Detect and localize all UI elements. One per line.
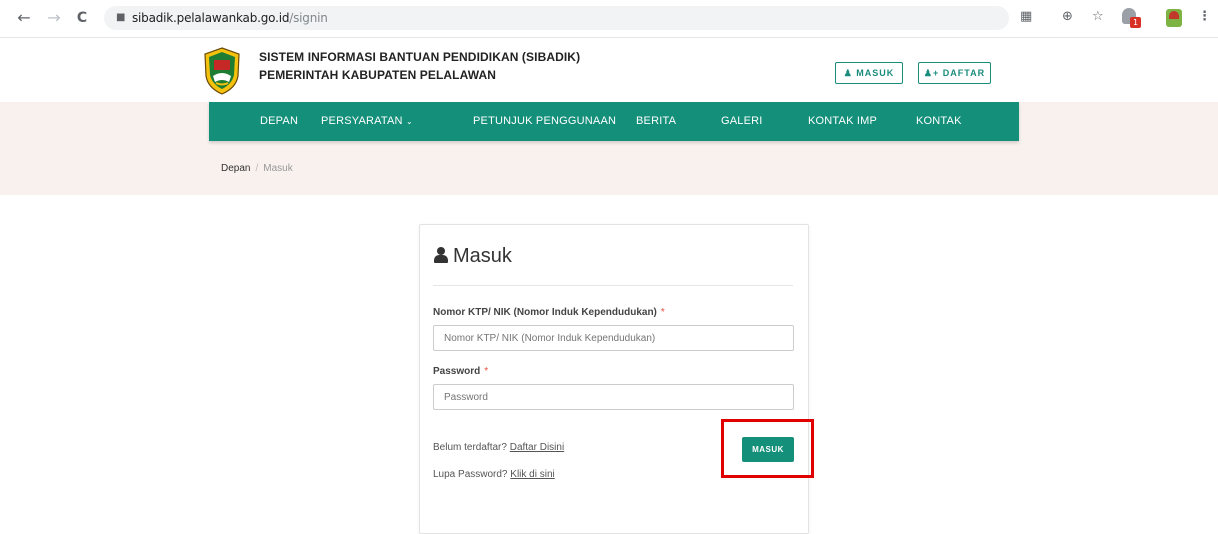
breadcrumb-home[interactable]: Depan	[221, 163, 250, 174]
forgot-password-link[interactable]: Klik di sini	[510, 469, 554, 480]
main-nav: DEPAN PERSYARATAN ⌄ PETUNJUK PENGGUNAAN …	[209, 102, 1019, 141]
url-path: /signin	[289, 11, 328, 25]
header-register-button[interactable]: ♟+ DAFTAR	[918, 62, 991, 84]
site-title-line2: PEMERINTAH KABUPATEN PELALAWAN	[259, 68, 496, 82]
profile-extension-icon[interactable]	[1166, 9, 1182, 27]
login-card	[419, 224, 809, 534]
nav-item-kontak-imp[interactable]: KONTAK IMP	[808, 102, 877, 141]
back-arrow-icon[interactable]: ←	[14, 8, 34, 28]
highlight-box	[721, 419, 814, 478]
nav-item-persyaratan[interactable]: PERSYARATAN ⌄	[321, 102, 413, 141]
nav-item-petunjuk[interactable]: PETUNJUK PENGGUNAAN	[473, 102, 616, 141]
password-input[interactable]	[433, 384, 794, 410]
nik-label-text: Nomor KTP/ NIK (Nomor Induk Kependudukan…	[433, 307, 657, 318]
zoom-icon[interactable]: ⊕	[1062, 9, 1073, 24]
extension-badge-count: 1	[1130, 17, 1141, 28]
forgot-prompt: Lupa Password? Klik di sini	[433, 469, 555, 480]
login-title: Masuk	[433, 245, 512, 268]
nav-item-depan[interactable]: DEPAN	[260, 102, 298, 141]
user-plus-icon: ♟+	[923, 68, 943, 78]
nik-label: Nomor KTP/ NIK (Nomor Induk Kependudukan…	[433, 307, 665, 318]
site-title: SISTEM INFORMASI BANTUAN PENDIDIKAN (SIB…	[259, 48, 580, 84]
menu-icon[interactable]: ⋮	[1198, 9, 1211, 24]
site-title-line1: SISTEM INFORMASI BANTUAN PENDIDIKAN (SIB…	[259, 50, 581, 64]
star-icon[interactable]: ☆	[1092, 9, 1104, 24]
breadcrumb-current: Masuk	[263, 163, 293, 174]
forward-arrow-icon[interactable]: →	[44, 8, 64, 28]
header-login-button[interactable]: ♟ MASUK	[835, 62, 903, 84]
extension-icon[interactable]: 1	[1122, 8, 1142, 28]
divider	[433, 285, 793, 286]
breadcrumb-separator: /	[255, 163, 259, 174]
login-title-text: Masuk	[453, 245, 512, 267]
required-mark: *	[484, 366, 489, 377]
translate-icon[interactable]: ▦	[1020, 9, 1032, 24]
nav-item-persyaratan-label: PERSYARATAN	[321, 115, 403, 127]
pelalawan-logo[interactable]	[203, 46, 241, 96]
register-link[interactable]: Daftar Disini	[510, 442, 564, 453]
header-login-label: MASUK	[856, 68, 895, 78]
chevron-down-icon: ⌄	[405, 117, 413, 126]
site-header	[0, 38, 1218, 102]
url-text[interactable]: sibadik.pelalawankab.go.id/signin	[132, 11, 328, 25]
breadcrumb: Depan / Masuk	[221, 163, 293, 174]
forgot-prompt-text: Lupa Password?	[433, 469, 508, 480]
header-register-label: DAFTAR	[942, 68, 986, 78]
password-label: Password *	[433, 366, 488, 377]
user-icon	[433, 247, 449, 263]
reload-icon[interactable]: C	[72, 8, 92, 28]
nav-item-kontak[interactable]: KONTAK	[916, 102, 962, 141]
register-prompt-text: Belum terdaftar?	[433, 442, 507, 453]
nav-item-berita[interactable]: BERITA	[636, 102, 676, 141]
register-prompt: Belum terdaftar? Daftar Disini	[433, 442, 564, 453]
required-mark: *	[660, 307, 665, 318]
url-host: sibadik.pelalawankab.go.id	[132, 11, 290, 25]
browser-toolbar: ← → C ■ sibadik.pelalawankab.go.id/signi…	[0, 0, 1218, 38]
user-icon: ♟	[843, 68, 857, 78]
password-label-text: Password	[433, 366, 481, 377]
address-bar[interactable]: ■ sibadik.pelalawankab.go.id/signin	[104, 6, 1009, 30]
nav-item-galeri[interactable]: GALERI	[721, 102, 763, 141]
lock-icon[interactable]: ■	[116, 12, 125, 23]
nik-input[interactable]	[433, 325, 794, 351]
